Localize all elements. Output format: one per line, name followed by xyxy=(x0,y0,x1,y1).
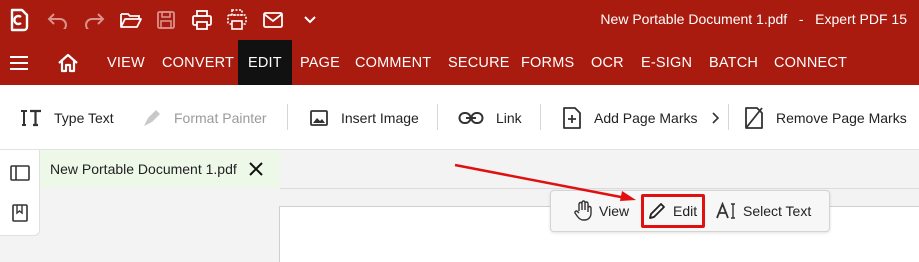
annotation-arrow xyxy=(454,163,636,201)
